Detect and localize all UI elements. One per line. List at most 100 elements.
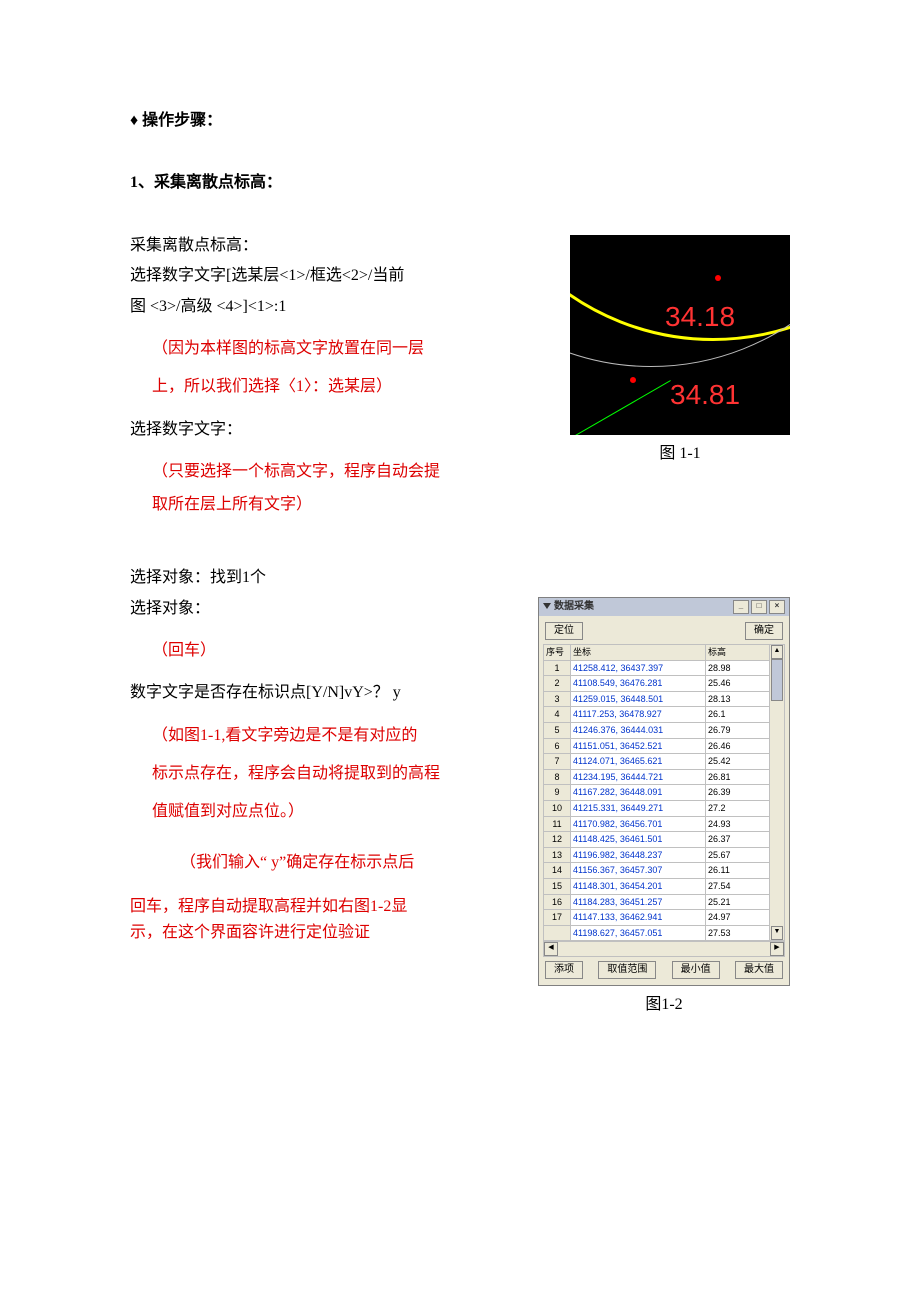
note-text: （如图1-1,看文字旁边是不是有对应的 bbox=[152, 717, 518, 755]
table-row[interactable]: 141258.412, 36437.39728.98 bbox=[544, 660, 785, 676]
cell-seq[interactable]: 10 bbox=[544, 801, 571, 817]
table-row[interactable]: 41198.627, 36457.05127.53 bbox=[544, 925, 785, 941]
cell-coord[interactable]: 41198.627, 36457.051 bbox=[571, 925, 706, 941]
cell-seq[interactable] bbox=[544, 925, 571, 941]
table-row[interactable]: 1341196.982, 36448.23725.67 bbox=[544, 847, 785, 863]
cell-seq[interactable]: 8 bbox=[544, 769, 571, 785]
note-text: 取所在层上所有文字） bbox=[152, 492, 550, 518]
body-text: 采集离散点标高： bbox=[130, 235, 550, 257]
cell-coord[interactable]: 41151.051, 36452.521 bbox=[571, 738, 706, 754]
table-row[interactable]: 941167.282, 36448.09126.39 bbox=[544, 785, 785, 801]
cell-seq[interactable]: 4 bbox=[544, 707, 571, 723]
cell-seq[interactable]: 15 bbox=[544, 879, 571, 895]
close-button[interactable]: × bbox=[769, 600, 785, 614]
table-row[interactable]: 1441156.367, 36457.30726.11 bbox=[544, 863, 785, 879]
heading-text: 操作步骤： bbox=[142, 112, 222, 129]
col-header-seq[interactable]: 序号 bbox=[544, 645, 571, 661]
cell-seq[interactable]: 9 bbox=[544, 785, 571, 801]
cell-seq[interactable]: 11 bbox=[544, 816, 571, 832]
table-row[interactable]: 1641184.283, 36451.25725.21 bbox=[544, 894, 785, 910]
cell-coord[interactable]: 41148.301, 36454.201 bbox=[571, 879, 706, 895]
horizontal-scrollbar[interactable]: ◀ ▶ bbox=[543, 941, 785, 957]
scroll-thumb[interactable] bbox=[771, 659, 783, 701]
cell-coord[interactable]: 41246.376, 36444.031 bbox=[571, 723, 706, 739]
cell-seq[interactable]: 14 bbox=[544, 863, 571, 879]
scroll-left-icon[interactable]: ◀ bbox=[544, 942, 558, 956]
col-header-coord[interactable]: 坐标 bbox=[571, 645, 706, 661]
cell-coord[interactable]: 41156.367, 36457.307 bbox=[571, 863, 706, 879]
scroll-up-icon[interactable]: ▲ bbox=[771, 645, 783, 659]
min-value-button[interactable]: 最小值 bbox=[672, 961, 720, 979]
cell-coord[interactable]: 41258.412, 36437.397 bbox=[571, 660, 706, 676]
cell-coord[interactable]: 41124.071, 36465.621 bbox=[571, 754, 706, 770]
maximize-button[interactable]: □ bbox=[751, 600, 767, 614]
cell-seq[interactable]: 3 bbox=[544, 691, 571, 707]
cell-coord[interactable]: 41184.283, 36451.257 bbox=[571, 894, 706, 910]
cell-seq[interactable]: 17 bbox=[544, 910, 571, 926]
table-row[interactable]: 1541148.301, 36454.20127.54 bbox=[544, 879, 785, 895]
table-row[interactable]: 741124.071, 36465.62125.42 bbox=[544, 754, 785, 770]
table-row[interactable]: 441117.253, 36478.92726.1 bbox=[544, 707, 785, 723]
cell-seq[interactable]: 1 bbox=[544, 660, 571, 676]
figure-caption: 图 1-1 bbox=[570, 443, 790, 465]
cell-coord[interactable]: 41170.982, 36456.701 bbox=[571, 816, 706, 832]
cell-seq[interactable]: 7 bbox=[544, 754, 571, 770]
body-text: 图 <3>/高级 <4>]<1>:1 bbox=[130, 296, 550, 318]
table-row[interactable]: 1041215.331, 36449.27127.2 bbox=[544, 801, 785, 817]
cell-coord[interactable]: 41215.331, 36449.271 bbox=[571, 801, 706, 817]
body-text: 选择对象： bbox=[130, 598, 518, 620]
window-titlebar[interactable]: 数据采集 _ □ × bbox=[539, 598, 789, 616]
cell-seq[interactable]: 16 bbox=[544, 894, 571, 910]
marker-dot-icon bbox=[630, 377, 636, 383]
table-row[interactable]: 541246.376, 36444.03126.79 bbox=[544, 723, 785, 739]
locate-button[interactable]: 定位 bbox=[545, 622, 583, 640]
scroll-right-icon[interactable]: ▶ bbox=[770, 942, 784, 956]
note-text: （因为本样图的标高文字放置在同一层 bbox=[152, 330, 550, 368]
table-row[interactable]: 241108.549, 36476.28125.46 bbox=[544, 676, 785, 692]
bullet-icon: ♦ bbox=[130, 112, 138, 129]
figure-caption: 图1-2 bbox=[538, 994, 790, 1016]
note-text: 值赋值到对应点位。） bbox=[152, 793, 518, 831]
body-text: 数字文字是否存在标识点[Y/N]vY>？ y bbox=[130, 682, 518, 704]
scroll-down-icon[interactable]: ▼ bbox=[771, 926, 783, 940]
table-row[interactable]: 841234.195, 36444.72126.81 bbox=[544, 769, 785, 785]
cell-coord[interactable]: 41234.195, 36444.721 bbox=[571, 769, 706, 785]
note-text: （我们输入“ y”确定存在标示点后 bbox=[180, 844, 518, 882]
step-heading: 1、采集离散点标高： bbox=[130, 172, 790, 194]
cell-coord[interactable]: 41108.549, 36476.281 bbox=[571, 676, 706, 692]
note-text: （回车） bbox=[152, 632, 518, 670]
cell-seq[interactable]: 2 bbox=[544, 676, 571, 692]
cell-seq[interactable]: 6 bbox=[544, 738, 571, 754]
vertical-scrollbar[interactable]: ▲ ▼ bbox=[769, 644, 785, 941]
cell-coord[interactable]: 41117.253, 36478.927 bbox=[571, 707, 706, 723]
figure-1-1: 34.18 34.81 bbox=[570, 235, 790, 435]
value-range-button[interactable]: 取值范围 bbox=[598, 961, 656, 979]
table-row[interactable]: 1241148.425, 36461.50126.37 bbox=[544, 832, 785, 848]
table-row[interactable]: 1141170.982, 36456.70124.93 bbox=[544, 816, 785, 832]
cell-seq[interactable]: 13 bbox=[544, 847, 571, 863]
add-row-button[interactable]: 添项 bbox=[545, 961, 583, 979]
max-value-button[interactable]: 最大值 bbox=[735, 961, 783, 979]
note-text: 上，所以我们选择〈1〉：选某层） bbox=[152, 368, 550, 406]
section-heading: ♦操作步骤： bbox=[130, 110, 790, 132]
cell-coord[interactable]: 41259.015, 36448.501 bbox=[571, 691, 706, 707]
data-table[interactable]: 序号 坐标 标高 141258.412, 36437.39728.9824110… bbox=[543, 644, 785, 941]
ok-button[interactable]: 确定 bbox=[745, 622, 783, 640]
minimize-button[interactable]: _ bbox=[733, 600, 749, 614]
cell-coord[interactable]: 41147.133, 36462.941 bbox=[571, 910, 706, 926]
note-text: 标示点存在，程序会自动将提取到的高程 bbox=[152, 755, 518, 793]
table-row[interactable]: 341259.015, 36448.50128.13 bbox=[544, 691, 785, 707]
window-title: 数据采集 bbox=[554, 601, 594, 612]
cell-coord[interactable]: 41167.282, 36448.091 bbox=[571, 785, 706, 801]
cell-seq[interactable]: 5 bbox=[544, 723, 571, 739]
table-row[interactable]: 1741147.133, 36462.94124.97 bbox=[544, 910, 785, 926]
elevation-label: 34.81 bbox=[670, 375, 740, 414]
data-collect-window: 数据采集 _ □ × 定位 确定 序号 bbox=[538, 597, 790, 986]
note-text: （只要选择一个标高文字，程序自动会提 bbox=[152, 453, 550, 491]
cell-coord[interactable]: 41148.425, 36461.501 bbox=[571, 832, 706, 848]
green-line bbox=[570, 380, 671, 435]
cell-coord[interactable]: 41196.982, 36448.237 bbox=[571, 847, 706, 863]
table-row[interactable]: 641151.051, 36452.52126.46 bbox=[544, 738, 785, 754]
body-text: 选择数字文字： bbox=[130, 419, 550, 441]
cell-seq[interactable]: 12 bbox=[544, 832, 571, 848]
